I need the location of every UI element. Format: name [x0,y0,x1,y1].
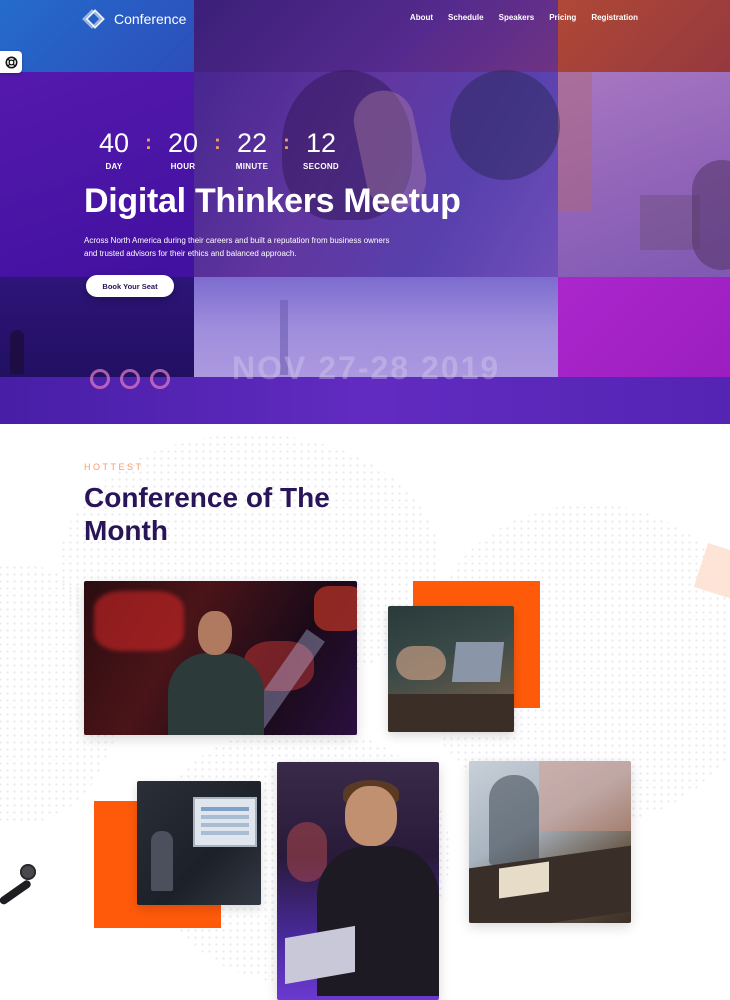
book-seat-button[interactable]: Book Your Seat [86,275,174,297]
section-eyebrow: HOTTEST [84,462,144,472]
countdown-label: SECOND [302,162,340,171]
hero-description: Across North America during their career… [84,236,390,258]
countdown-separator: : [283,132,290,154]
countdown-label: DAY [105,162,123,171]
nav-link-about[interactable]: About [410,13,433,22]
logo-icon [82,8,106,30]
gallery-photo-presentation [137,781,261,905]
nav-link-pricing[interactable]: Pricing [549,13,576,22]
countdown-label: HOUR [170,162,196,171]
brand-logo[interactable]: Conference [82,8,187,30]
nav-links: About Schedule Speakers Pricing Registra… [410,13,638,22]
section-title: Conference of The Month [84,482,330,546]
lifebuoy-icon [5,56,17,68]
help-button[interactable] [0,51,22,73]
gallery-photo-speaker [84,581,357,735]
nav-link-schedule[interactable]: Schedule [448,13,484,22]
countdown-days: 40 DAY [92,128,136,171]
hero-section: NOV 27-28 2019 Conference About Schedule… [0,0,730,424]
gallery-photo-workshop [469,761,631,923]
countdown-value: 20 [167,128,199,158]
nav-link-speakers[interactable]: Speakers [499,13,535,22]
countdown-value: 40 [98,128,130,158]
countdown-value: 12 [305,128,337,158]
countdown-separator: : [214,132,221,154]
countdown-label: MINUTE [235,162,269,171]
microphone-decoration [0,862,42,906]
nav-link-registration[interactable]: Registration [591,13,638,22]
brand-name: Conference [114,11,187,27]
countdown-separator: : [145,132,152,154]
countdown-seconds: 12 SECOND [299,128,343,171]
countdown-timer: 40 DAY : 20 HOUR : 22 MINUTE : 12 SECOND [92,128,343,171]
gallery-photo-laptop-attendee [277,762,439,1000]
countdown-minutes: 22 MINUTE [230,128,274,171]
countdown-value: 22 [236,128,268,158]
countdown-hours: 20 HOUR [161,128,205,171]
top-nav: Conference About Schedule Speakers Prici… [0,0,730,40]
hero-title: Digital Thinkers Meetup [84,182,461,220]
gallery-photo-meeting [388,606,514,732]
